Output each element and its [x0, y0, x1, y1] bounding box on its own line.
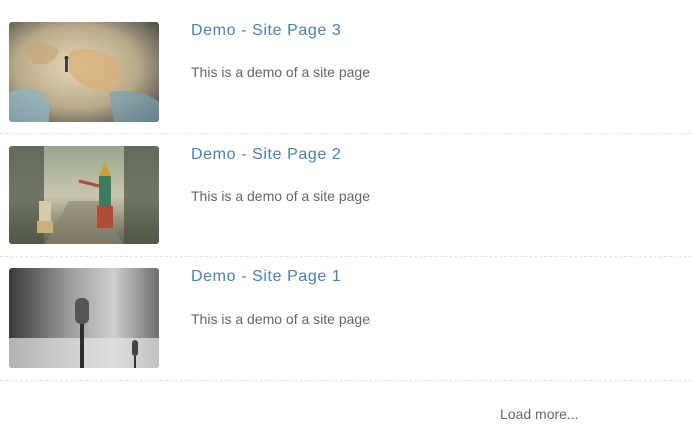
item-description: This is a demo of a site page: [191, 311, 370, 327]
world-map-photo-icon[interactable]: [9, 22, 159, 122]
load-more-button[interactable]: Load more...: [500, 406, 579, 422]
item-description: This is a demo of a site page: [191, 188, 370, 204]
list-item: Demo - Site Page 2 This is a demo of a s…: [0, 134, 692, 257]
item-title-link[interactable]: Demo - Site Page 2: [191, 146, 341, 164]
list-item: Demo - Site Page 3 This is a demo of a s…: [0, 0, 692, 134]
item-description: This is a demo of a site page: [191, 64, 370, 80]
item-title-link[interactable]: Demo - Site Page 1: [191, 268, 341, 286]
microphone-photo-icon[interactable]: [9, 268, 159, 368]
list-item: Demo - Site Page 1 This is a demo of a s…: [0, 257, 692, 381]
item-title-link[interactable]: Demo - Site Page 3: [191, 22, 341, 40]
dancers-photo-icon[interactable]: [9, 146, 159, 244]
